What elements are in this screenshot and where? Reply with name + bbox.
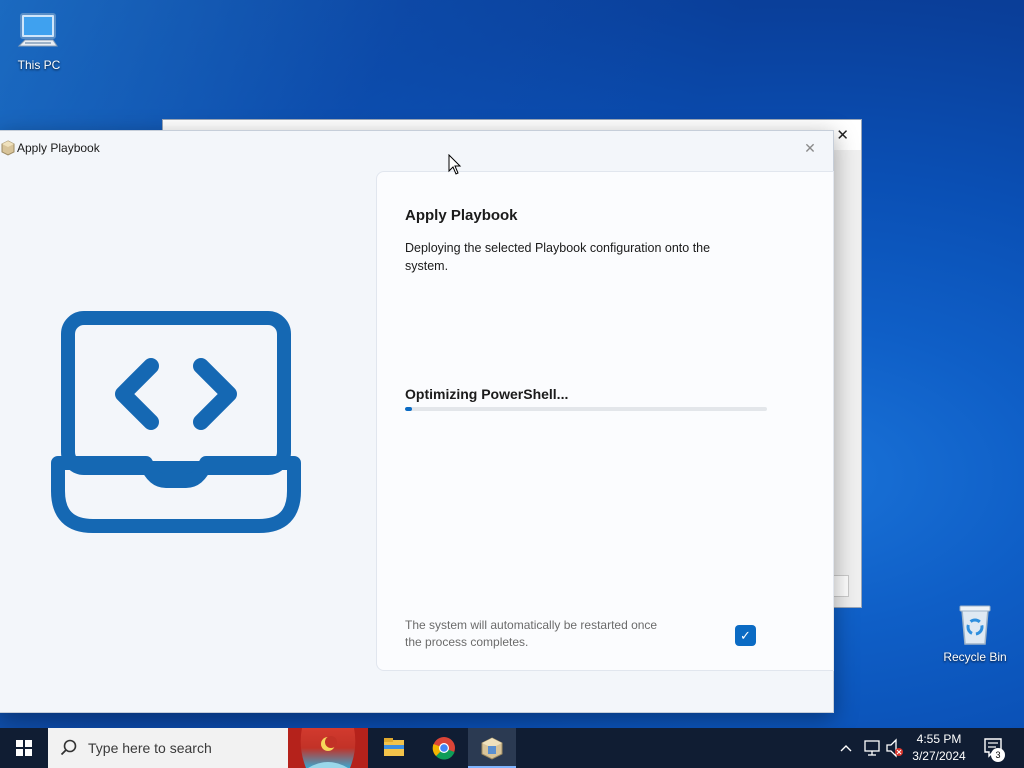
window-title: Apply Playbook <box>17 141 100 155</box>
window-close-button[interactable]: ✕ <box>795 135 825 161</box>
search-icon <box>60 739 77 756</box>
background-window-close-button[interactable]: ✕ <box>836 126 849 144</box>
progress-bar <box>405 407 767 411</box>
taskbar: Type here to search 4:55 PM 3/27/2024 <box>0 728 1024 768</box>
computer-icon <box>17 13 58 47</box>
checkmark-icon: ✓ <box>740 628 751 643</box>
theater-curtain-icon <box>288 728 368 768</box>
volume-muted-icon[interactable] <box>885 728 905 768</box>
network-icon[interactable] <box>862 728 882 768</box>
apply-playbook-window: Apply Playbook ✕ Apply Playbook Deployin… <box>0 130 834 713</box>
taskbar-chrome[interactable] <box>420 728 468 768</box>
progress-bar-fill <box>405 407 413 411</box>
search-placeholder: Type here to search <box>88 740 212 756</box>
status-text: Optimizing PowerShell... <box>405 386 569 402</box>
restart-note: The system will automatically be restart… <box>405 618 658 649</box>
card-heading: Apply Playbook <box>405 207 518 224</box>
clock-date: 3/27/2024 <box>912 749 966 763</box>
recycle-bin-icon <box>959 605 991 645</box>
taskbar-search-box[interactable]: Type here to search <box>48 728 288 768</box>
window-titlebar: Apply Playbook ✕ <box>0 131 833 165</box>
taskbar-playbook-app[interactable] <box>468 728 516 768</box>
playbook-app-icon <box>481 737 503 760</box>
chrome-icon <box>432 737 455 760</box>
taskbar-clock[interactable]: 4:55 PM 3/27/2024 <box>906 731 972 765</box>
desktop-icon-recycle-bin[interactable]: Recycle Bin <box>940 602 1010 664</box>
desktop-icon-label: This PC <box>17 58 61 72</box>
desktop-icon-label: Recycle Bin <box>943 650 1007 664</box>
auto-restart-checkbox[interactable]: ✓ <box>735 625 756 646</box>
chevron-up-icon[interactable] <box>838 728 854 768</box>
search-highlight-widget[interactable] <box>288 728 368 768</box>
laptop-code-illustration <box>51 311 301 533</box>
windows-logo-icon <box>16 740 32 756</box>
card-description: Deploying the selected Playbook configur… <box>405 241 711 273</box>
playbook-app-icon <box>1 140 15 156</box>
mouse-cursor-icon <box>448 154 462 175</box>
clock-time: 4:55 PM <box>916 732 962 746</box>
file-explorer-icon <box>384 738 404 756</box>
progress-card: Apply Playbook Deploying the selected Pl… <box>376 171 834 671</box>
taskbar-file-explorer[interactable] <box>370 728 418 768</box>
notification-count-badge: 3 <box>991 748 1005 762</box>
start-button[interactable] <box>0 728 48 768</box>
desktop-icon-this-pc[interactable]: This PC <box>4 12 74 72</box>
